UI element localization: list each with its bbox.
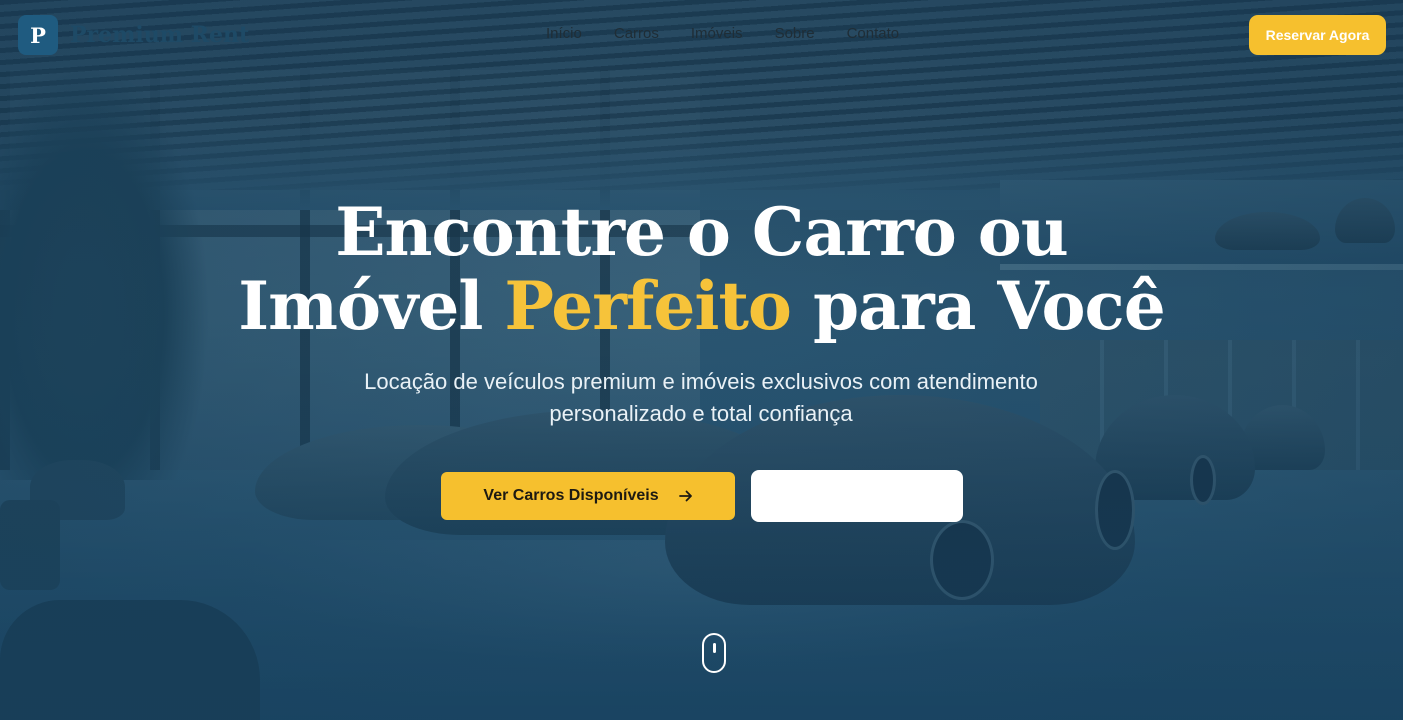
hero-overlay [0, 0, 1403, 720]
hero-title: Encontre o Carro ou Imóvel Perfeito para… [0, 195, 1403, 343]
nav-link-sobre[interactable]: Sobre [775, 25, 815, 42]
nav-link-inicio[interactable]: Início [546, 25, 582, 42]
hero-title-line2-start: Imóvel [238, 267, 505, 345]
brand-name: Premium Rent [70, 22, 250, 48]
nav-link-carros[interactable]: Carros [614, 25, 659, 42]
brand-logo-link[interactable]: P Premium Rent [18, 15, 249, 55]
hero-subtitle: Locação de veículos premium e imóveis ex… [364, 369, 1038, 426]
nav-link-contato[interactable]: Contato [847, 25, 900, 42]
reserve-now-button[interactable]: Reservar Agora [1249, 15, 1386, 55]
brand-logo-icon: P [18, 15, 58, 55]
hero-background-image [0, 0, 1403, 720]
mouse-scroll-icon[interactable] [702, 633, 726, 673]
view-cars-button-label: Ver Carros Disponíveis [483, 487, 659, 504]
view-cars-button[interactable]: Ver Carros Disponíveis [441, 472, 735, 520]
hero-title-line1: Encontre o Carro ou [335, 193, 1069, 271]
explore-properties-button[interactable]: Explorar Imóveis [751, 470, 963, 522]
scroll-wheel [713, 643, 716, 653]
main-nav: Início Carros Imóveis Sobre Contato [546, 25, 899, 42]
hero-title-highlight: Perfeito [504, 267, 792, 345]
arrow-right-icon [678, 490, 692, 502]
navbar: P Premium Rent Início Carros Imóveis Sob… [0, 0, 1403, 70]
nav-link-imoveis[interactable]: Imóveis [691, 25, 743, 42]
hero-title-line2-end: para Você [790, 267, 1166, 345]
